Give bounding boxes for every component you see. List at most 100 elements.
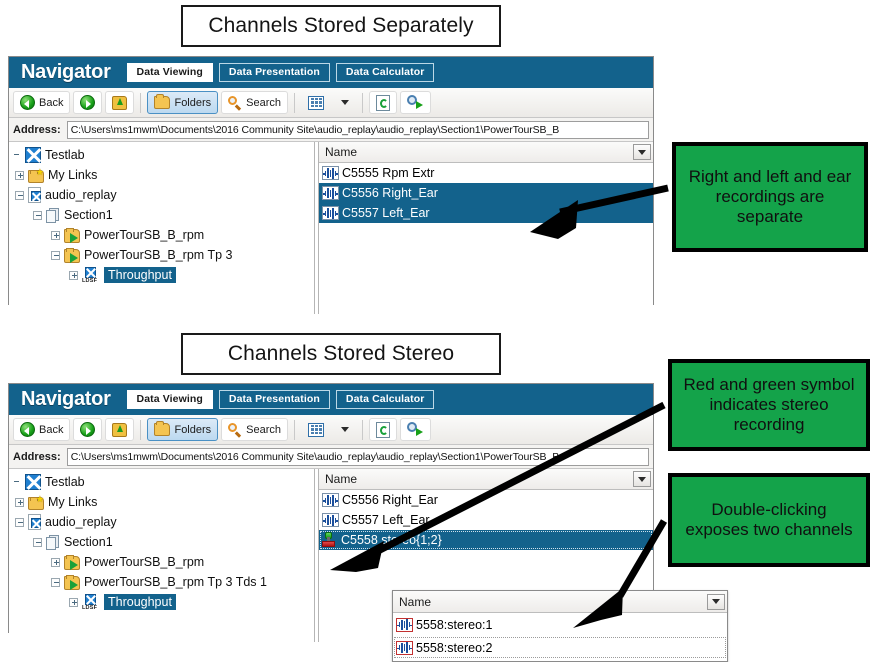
views-dropdown-2[interactable] <box>334 418 356 441</box>
list-item[interactable]: C5555 Rpm Extr <box>319 163 653 183</box>
tree-pane-2[interactable]: Testlab My Links audio_replay Section1 P <box>9 469 314 642</box>
tree-label: PowerTourSB_B_rpm Tp 3 <box>84 248 233 262</box>
tree-item-throughput-2[interactable]: LDSF Throughput <box>12 592 314 612</box>
expander-icon <box>12 478 21 487</box>
callout-right-left-separate: Right and left and ear recordings are se… <box>672 142 868 252</box>
folders-button-1[interactable]: Folders <box>147 91 219 114</box>
address-input-2[interactable]: C:\Users\ms1mwm\Documents\2016 Community… <box>66 447 649 466</box>
views-button-1[interactable] <box>301 91 331 114</box>
up-button-1[interactable] <box>105 91 135 114</box>
navigator-body-1: Testlab My Links audio_replay Section1 P <box>9 142 653 314</box>
tree-item-testlab-1[interactable]: Testlab <box>12 145 314 165</box>
forward-button-1[interactable] <box>73 91 103 114</box>
tab-data-viewing-2[interactable]: Data Viewing <box>126 389 213 410</box>
back-button-1[interactable]: Back <box>13 91 71 114</box>
tab-data-calculator-1[interactable]: Data Calculator <box>335 62 435 83</box>
project-document-icon <box>28 187 41 203</box>
back-button-2[interactable]: Back <box>13 418 71 441</box>
tree-item-run-1a[interactable]: PowerTourSB_B_rpm <box>12 225 314 245</box>
popup-list-item[interactable]: 5558:stereo:2 <box>393 636 727 659</box>
tree-label: Throughput <box>104 267 176 283</box>
my-links-folder-icon <box>28 167 44 183</box>
views-button-2[interactable] <box>301 418 331 441</box>
list-column-header-1[interactable]: Name <box>319 142 653 163</box>
list-column-header-2[interactable]: Name <box>319 469 653 490</box>
tree-label: Section1 <box>64 535 113 549</box>
navigator-header-2: Navigator Data Viewing Data Presentation… <box>9 384 653 415</box>
tab-data-viewing-1[interactable]: Data Viewing <box>126 62 213 83</box>
column-options-button-1[interactable] <box>633 144 651 160</box>
popup-column-header[interactable]: Name <box>393 591 727 613</box>
popup-list-item[interactable]: 5558:stereo:1 <box>393 613 727 636</box>
find-button-2[interactable] <box>400 418 432 441</box>
expander-minus-icon[interactable] <box>33 537 42 547</box>
toolbar-separator <box>294 419 296 440</box>
folders-button-2[interactable]: Folders <box>147 418 219 441</box>
expander-minus-icon[interactable] <box>15 517 24 527</box>
back-arrow-icon <box>20 422 35 437</box>
folder-icon <box>154 94 171 109</box>
list-item[interactable]: C5557 Left_Ear <box>319 510 653 530</box>
tree-item-audio-replay-2[interactable]: audio_replay <box>12 512 314 532</box>
list-item[interactable]: C5556 Right_Ear <box>319 490 653 510</box>
tree-item-audio-replay-1[interactable]: audio_replay <box>12 185 314 205</box>
section-pages-icon <box>46 534 60 550</box>
address-input-1[interactable]: C:\Users\ms1mwm\Documents\2016 Community… <box>66 120 649 139</box>
column-options-button-2[interactable] <box>633 471 651 487</box>
up-button-2[interactable] <box>105 418 135 441</box>
expander-plus-icon[interactable] <box>51 230 60 240</box>
tree-item-section1-2[interactable]: Section1 <box>12 532 314 552</box>
folders-button-label-1: Folders <box>174 96 212 109</box>
expander-plus-icon[interactable] <box>51 557 60 567</box>
search-button-2[interactable]: Search <box>221 418 289 441</box>
callout-text: Double-clicking exposes two channels <box>685 499 853 539</box>
waveform-icon <box>322 493 339 507</box>
list-pane-1[interactable]: Name C5555 Rpm Extr C5556 Right_Ear C555… <box>319 142 653 314</box>
expander-plus-icon[interactable] <box>69 597 78 607</box>
tree-item-my-links-2[interactable]: My Links <box>12 492 314 512</box>
forward-button-2[interactable] <box>73 418 103 441</box>
refresh-button-1[interactable] <box>369 91 398 114</box>
tab-data-calculator-2[interactable]: Data Calculator <box>335 389 435 410</box>
tree-item-run-2b[interactable]: PowerTourSB_B_rpm Tp 3 Tds 1 <box>12 572 314 592</box>
expander-minus-icon[interactable] <box>33 210 42 220</box>
stereo-channels-popup[interactable]: Name 5558:stereo:1 5558:stereo:2 <box>392 590 728 662</box>
expander-minus-icon[interactable] <box>51 250 60 260</box>
tree-item-section1-1[interactable]: Section1 <box>12 205 314 225</box>
expander-minus-icon[interactable] <box>51 577 60 587</box>
expander-plus-icon[interactable] <box>15 170 24 180</box>
toolbar-separator <box>140 419 142 440</box>
popup-list-item-label: 5558:stereo:2 <box>416 640 493 655</box>
views-dropdown-1[interactable] <box>334 91 356 114</box>
list-item[interactable]: C5558 stereo{1;2} <box>319 530 653 550</box>
toolbar-separator <box>294 92 296 113</box>
waveform-red-icon <box>396 617 413 632</box>
chevron-down-icon <box>712 599 720 604</box>
tab-data-presentation-1[interactable]: Data Presentation <box>218 62 330 83</box>
refresh-button-2[interactable] <box>369 418 398 441</box>
views-grid-icon <box>308 95 325 110</box>
list-item[interactable]: C5557 Left_Ear <box>319 203 653 223</box>
tree-item-run-2a[interactable]: PowerTourSB_B_rpm <box>12 552 314 572</box>
tree-label: PowerTourSB_B_rpm Tp 3 Tds 1 <box>84 575 267 589</box>
expander-plus-icon[interactable] <box>69 270 78 280</box>
expander-minus-icon[interactable] <box>15 190 24 200</box>
waveform-icon <box>322 186 339 200</box>
toolbar-2: Back Folders Search <box>9 415 653 445</box>
tree-pane-1[interactable]: Testlab My Links audio_replay Section1 P <box>9 142 314 314</box>
search-run-icon <box>407 422 424 437</box>
section-title-1: Channels Stored Separately <box>208 14 474 37</box>
tab-data-presentation-2[interactable]: Data Presentation <box>218 389 330 410</box>
tree-item-testlab-2[interactable]: Testlab <box>12 472 314 492</box>
refresh-icon <box>376 421 391 438</box>
list-item[interactable]: C5556 Right_Ear <box>319 183 653 203</box>
expander-plus-icon[interactable] <box>15 497 24 507</box>
tree-item-my-links-1[interactable]: My Links <box>12 165 314 185</box>
popup-column-options-button[interactable] <box>707 593 725 610</box>
search-button-1[interactable]: Search <box>221 91 289 114</box>
tree-item-throughput-1[interactable]: LDSF Throughput <box>12 265 314 285</box>
waveform-icon <box>322 206 339 220</box>
find-button-1[interactable] <box>400 91 432 114</box>
tree-item-run-1b[interactable]: PowerTourSB_B_rpm Tp 3 <box>12 245 314 265</box>
search-button-label-2: Search <box>246 423 282 436</box>
